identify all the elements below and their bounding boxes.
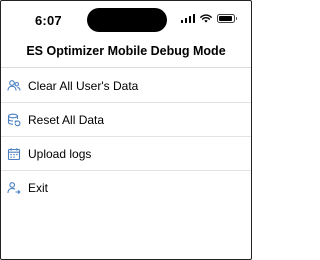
status-bar: 6:07 (1, 1, 251, 35)
menu-item-label: Upload logs (28, 146, 92, 161)
status-time: 6:07 (35, 13, 62, 28)
reset-all-data-button[interactable]: Reset All Data (1, 103, 251, 137)
dynamic-island (87, 8, 167, 32)
menu-item-label: Reset All Data (28, 112, 105, 127)
upload-logs-button[interactable]: Upload logs (1, 137, 251, 171)
calendar-icon (7, 147, 21, 161)
signal-icon (180, 13, 195, 23)
wifi-icon (200, 13, 212, 23)
clear-all-users-data-button[interactable]: Clear All User's Data (1, 69, 251, 103)
database-reset-icon (7, 113, 21, 127)
status-icons (180, 13, 237, 23)
users-icon (7, 79, 21, 93)
app-screen: 6:07 ES Optimizer Mobile Debug Mode Clea… (0, 0, 252, 260)
user-exit-icon (7, 181, 21, 195)
battery-icon (217, 13, 237, 23)
menu-item-label: Clear All User's Data (28, 78, 139, 93)
page-title: ES Optimizer Mobile Debug Mode (26, 44, 226, 58)
title-divider (1, 67, 251, 68)
exit-button[interactable]: Exit (1, 171, 251, 204)
menu-item-label: Exit (28, 180, 49, 195)
debug-menu: Clear All User's Data Reset All Data Upl… (1, 69, 251, 204)
